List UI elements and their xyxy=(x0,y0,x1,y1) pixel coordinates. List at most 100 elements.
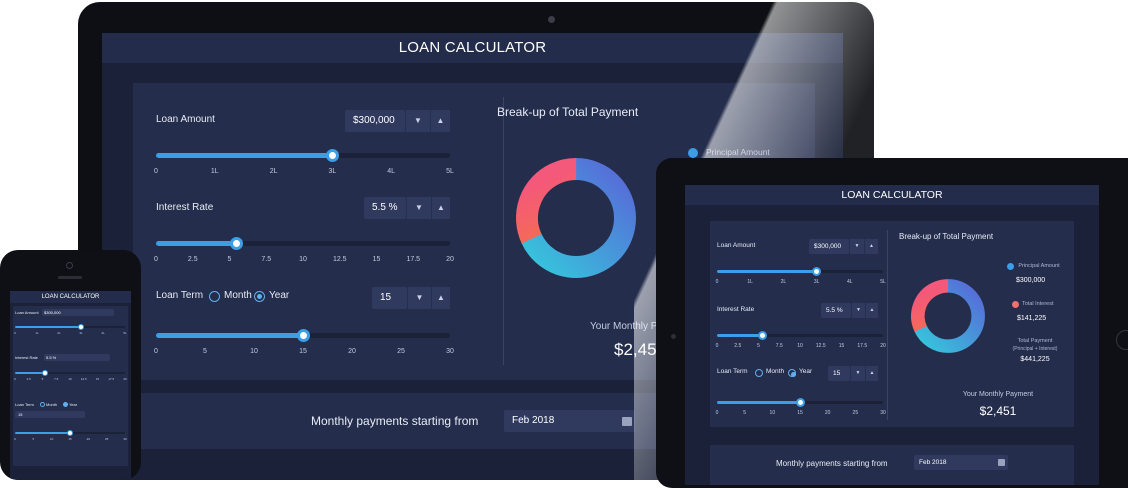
chevron-down-icon: ▼ xyxy=(415,293,424,302)
loan-term-slider-handle[interactable] xyxy=(67,430,73,436)
breakup-donut-chart xyxy=(911,279,985,353)
app-title: LOAN CALCULATOR xyxy=(10,291,131,303)
interest-rate-increment-button[interactable]: ▲ xyxy=(865,303,878,318)
interest-rate-slider[interactable] xyxy=(156,237,450,250)
interest-rate-input[interactable]: 5.5 % xyxy=(364,197,406,219)
tick-label: 15 xyxy=(299,348,307,355)
chevron-down-icon: ▼ xyxy=(415,203,423,212)
month-radio[interactable] xyxy=(209,291,220,302)
loan-amount-input[interactable]: $300,000 xyxy=(42,309,114,316)
tick-label: 0 xyxy=(715,343,719,349)
loan-term-slider-handle[interactable] xyxy=(795,398,805,407)
interest-rate-slider[interactable] xyxy=(15,370,125,376)
loan-amount-ticks: 0 1L 2L 3L 4L 5L xyxy=(14,331,127,336)
monthly-payment-value: $2,451 xyxy=(979,404,1017,418)
tick-label: 2L xyxy=(780,279,787,285)
month-radio[interactable] xyxy=(755,369,763,377)
interest-rate-decrement-button[interactable]: ▼ xyxy=(406,197,431,219)
loan-amount-input[interactable]: $300,000 xyxy=(345,110,405,132)
chevron-down-icon: ▼ xyxy=(414,116,422,125)
month-radio-label: Month xyxy=(766,368,785,375)
month-radio[interactable] xyxy=(40,402,45,407)
loan-term-input[interactable]: 15 xyxy=(828,366,850,381)
interest-rate-ticks: 0 2.5 5 7.5 10 12.5 15 17.5 20 xyxy=(154,256,454,266)
panel-divider xyxy=(887,230,888,420)
loan-amount-increment-button[interactable]: ▲ xyxy=(864,239,878,254)
tick-label: 0 xyxy=(715,279,719,285)
loan-term-slider[interactable] xyxy=(717,398,883,407)
loan-term-increment-button[interactable]: ▲ xyxy=(431,287,450,309)
loan-term-slider[interactable] xyxy=(156,329,450,342)
loan-amount-decrement-button[interactable]: ▼ xyxy=(849,239,864,254)
chevron-down-icon: ▼ xyxy=(854,243,860,249)
tick-label: 5 xyxy=(757,343,760,349)
loan-term-decrement-button[interactable]: ▼ xyxy=(850,366,865,381)
payment-start-label: Monthly payments starting from xyxy=(776,459,888,468)
loan-amount-slider-handle[interactable] xyxy=(812,267,822,276)
tick-label: 15 xyxy=(68,437,72,441)
tick-label: 10 xyxy=(797,343,803,349)
loan-amount-slider[interactable] xyxy=(15,324,125,330)
app-title: LOAN CALCULATOR xyxy=(102,33,843,63)
loan-term-slider-handle[interactable] xyxy=(296,329,310,342)
loan-amount-increment-button[interactable]: ▲ xyxy=(430,110,450,132)
month-radio-label: Month xyxy=(224,290,252,301)
breakup-title: Break-up of Total Payment xyxy=(899,232,994,241)
tick-label: 20 xyxy=(348,348,356,355)
payment-start-label: Monthly payments starting from xyxy=(311,414,479,428)
calculator-panel: Loan Amount $300,000 0 1L 2L 3L 4L 5L Interes… xyxy=(13,306,128,466)
calculator-panel: Loan Amount $300,000 ▼ ▲ 0 1L 2L 3L 4L 5L Int… xyxy=(710,221,1074,427)
loan-term-increment-button[interactable]: ▲ xyxy=(865,366,878,381)
loan-amount-slider-handle[interactable] xyxy=(325,149,339,162)
tick-label: 2L xyxy=(57,331,61,335)
tick-label: 4L xyxy=(101,331,105,335)
tablet-device: LOAN CALCULATOR Loan Amount $300,000 ▼ ▲… xyxy=(656,158,1128,488)
interest-legend-dot xyxy=(1012,301,1019,308)
tick-label: 0 xyxy=(154,256,158,263)
tick-label: 5L xyxy=(880,279,886,285)
interest-rate-input[interactable]: 5.5 % xyxy=(821,303,851,318)
interest-rate-label: Interest Rate xyxy=(717,306,755,313)
interest-rate-slider[interactable] xyxy=(717,331,883,340)
home-button-icon xyxy=(1116,330,1128,350)
tick-label: 5L xyxy=(123,331,127,335)
payment-start-bar: Monthly payments starting from Feb 2018 xyxy=(710,445,1074,485)
loan-term-decrement-button[interactable]: ▼ xyxy=(407,287,431,309)
year-radio[interactable] xyxy=(788,369,796,377)
loan-term-input[interactable]: 15 xyxy=(372,287,407,309)
tick-label: 5 xyxy=(32,437,35,441)
loan-term-input[interactable]: 15 xyxy=(15,411,85,418)
year-radio[interactable] xyxy=(254,291,265,302)
interest-rate-decrement-button[interactable]: ▼ xyxy=(851,303,865,318)
loan-amount-slider-handle[interactable] xyxy=(78,324,84,330)
interest-rate-increment-button[interactable]: ▲ xyxy=(431,197,450,219)
tick-label: 5 xyxy=(743,410,747,416)
total-payment-label: Total Payment xyxy=(1017,338,1053,344)
loan-amount-slider[interactable] xyxy=(717,267,883,276)
tick-label: 5 xyxy=(227,256,232,263)
chevron-up-icon: ▲ xyxy=(437,203,445,212)
calendar-icon[interactable] xyxy=(622,417,632,426)
tick-label: 3L xyxy=(79,331,83,335)
monthly-payment-label: Your Monthly P xyxy=(590,321,658,332)
loan-term-slider[interactable] xyxy=(15,430,125,436)
tick-label: 1L xyxy=(747,279,753,285)
year-radio-label: Year xyxy=(69,402,78,407)
tick-label: 20 xyxy=(446,256,454,263)
tick-label: 30 xyxy=(880,410,886,416)
tick-label: 15 xyxy=(95,377,100,381)
payment-start-date-input[interactable]: Feb 2018 xyxy=(504,410,635,432)
loan-amount-slider[interactable] xyxy=(156,149,450,162)
loan-amount-slider-fill xyxy=(717,270,817,273)
interest-rate-input[interactable]: 5.5 % xyxy=(44,354,110,361)
tick-label: 0 xyxy=(154,168,158,175)
interest-rate-slider-handle[interactable] xyxy=(230,237,244,250)
interest-value: $141,225 xyxy=(1017,315,1047,322)
interest-rate-slider-handle[interactable] xyxy=(42,370,49,376)
year-radio[interactable] xyxy=(63,402,68,407)
tablet-screen: LOAN CALCULATOR Loan Amount $300,000 ▼ ▲… xyxy=(685,185,1099,485)
interest-rate-slider-handle[interactable] xyxy=(758,331,768,340)
loan-amount-input[interactable]: $300,000 xyxy=(809,239,849,254)
loan-amount-decrement-button[interactable]: ▼ xyxy=(405,110,430,132)
calendar-icon[interactable] xyxy=(998,459,1005,466)
